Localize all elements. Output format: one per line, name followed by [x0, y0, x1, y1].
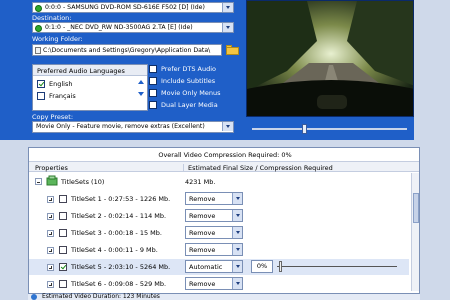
video-seek-slider[interactable] — [252, 124, 407, 134]
scrollbar-thumb[interactable] — [413, 193, 419, 223]
drive-status-icon — [35, 5, 42, 12]
option-checkbox[interactable] — [149, 65, 157, 73]
video-frame-image — [247, 1, 413, 116]
table-row[interactable]: TitleSet 4 - 0:00:11 - 9 Mb. Remove — [29, 242, 409, 258]
window-edge-left — [0, 140, 28, 300]
chevron-down-icon[interactable] — [222, 23, 233, 32]
window-edge-right — [420, 140, 450, 300]
audio-languages-list: Preferred Audio Languages English França… — [32, 64, 148, 111]
titlesets-root-row[interactable]: TitleSets (10) 4231 Mb. — [29, 174, 409, 190]
expand-icon[interactable] — [47, 247, 54, 254]
titleset-checkbox[interactable] — [59, 229, 67, 237]
titleset-checkbox[interactable] — [59, 263, 67, 271]
compression-slider-track — [277, 266, 397, 267]
destination-label: Destination: — [32, 14, 72, 22]
vertical-scrollbar[interactable] — [411, 173, 419, 291]
option-checkbox[interactable] — [149, 101, 157, 109]
table-row[interactable]: TitleSet 3 - 0:00:18 - 15 Mb. Remove — [29, 225, 409, 241]
working-folder-row: C:\Documents and Settings\Gregory\Applic… — [32, 44, 242, 57]
working-folder-label: Working Folder: — [32, 35, 83, 43]
working-folder-input[interactable]: C:\Documents and Settings\Gregory\Applic… — [32, 44, 222, 56]
chevron-down-icon[interactable] — [232, 261, 242, 272]
expand-icon[interactable] — [47, 213, 54, 220]
destination-drive-select[interactable]: 0:1:0 - _NEC DVD_RW ND-3500AG 2.TA [E] (… — [32, 22, 234, 33]
collapse-icon[interactable] — [35, 178, 42, 185]
titleset-checkbox[interactable] — [59, 212, 67, 220]
status-bar: Estimated Video Duration: 123 Minutes — [28, 293, 420, 300]
titleset-action-select[interactable]: Remove — [185, 192, 243, 205]
expand-icon[interactable] — [47, 230, 54, 237]
titleset-checkbox[interactable] — [59, 246, 67, 254]
option-movie-only-menus[interactable]: Movie Only Menus — [149, 88, 239, 98]
audio-languages-header: Preferred Audio Languages — [33, 65, 147, 76]
option-include-subtitles[interactable]: Include Subtitles — [149, 76, 239, 86]
window-edge — [414, 0, 450, 140]
video-preview — [246, 0, 414, 117]
seek-thumb[interactable] — [302, 124, 307, 134]
expand-icon[interactable] — [47, 196, 54, 203]
column-estimated-size[interactable]: Estimated Final Size / Compression Requi… — [183, 164, 333, 172]
titlesets-panel: Overall Video Compression Required: 0% P… — [28, 147, 420, 294]
chevron-down-icon[interactable] — [232, 227, 242, 238]
compression-slider-thumb[interactable] — [279, 261, 282, 272]
option-prefer-dts[interactable]: Prefer DTS Audio — [149, 64, 239, 74]
titleset-checkbox[interactable] — [59, 195, 67, 203]
info-icon — [31, 294, 37, 300]
language-item-english[interactable]: English — [37, 79, 137, 89]
titleset-checkbox[interactable] — [59, 280, 67, 288]
move-up-icon[interactable] — [137, 78, 145, 86]
titleset-action-select[interactable]: Remove — [185, 226, 243, 239]
chevron-down-icon[interactable] — [232, 193, 242, 204]
chevron-down-icon[interactable] — [222, 122, 233, 131]
table-row[interactable]: TitleSet 1 - 0:27:53 - 1226 Mb. Remove — [29, 191, 409, 207]
column-properties[interactable]: Properties — [35, 164, 68, 172]
copy-preset-label: Copy Preset: — [32, 113, 74, 121]
column-headers: Properties Estimated Final Size / Compre… — [29, 161, 419, 172]
titlesets-total-size: 4231 Mb. — [185, 178, 216, 186]
source-drive-select[interactable]: 0:0:0 - SAMSUNG DVD-ROM SD-616E F502 [D]… — [32, 2, 234, 13]
copy-preset-select[interactable]: Movie Only - Feature movie, remove extra… — [32, 121, 234, 133]
chevron-down-icon[interactable] — [232, 244, 242, 255]
titleset-action-select[interactable]: Automatic — [185, 260, 243, 273]
language-checkbox[interactable] — [37, 80, 45, 88]
overall-compression-text: Overall Video Compression Required: 0% — [158, 151, 292, 159]
titleset-icon — [46, 175, 58, 186]
titleset-action-select[interactable]: Remove — [185, 243, 243, 256]
move-down-icon[interactable] — [137, 90, 145, 98]
chevron-down-icon[interactable] — [222, 3, 233, 12]
drive-status-icon — [35, 25, 42, 32]
expand-icon[interactable] — [47, 264, 54, 271]
expand-icon[interactable] — [47, 281, 54, 288]
compression-percent: 0% — [251, 260, 273, 273]
settings-column: 0:0:0 - SAMSUNG DVD-ROM SD-616E F502 [D]… — [28, 0, 239, 140]
panel-separator — [0, 140, 450, 147]
table-row[interactable]: TitleSet 2 - 0:02:14 - 114 Mb. Remove — [29, 208, 409, 224]
titleset-action-select[interactable]: Remove — [185, 277, 243, 290]
chevron-down-icon[interactable] — [232, 210, 242, 221]
titleset-action-select[interactable]: Remove — [185, 209, 243, 222]
option-checkbox[interactable] — [149, 77, 157, 85]
language-item-francais[interactable]: Français — [37, 91, 137, 101]
table-row-selected[interactable]: TitleSet 5 - 2:03:10 - 5264 Mb. Automati… — [29, 259, 409, 275]
option-checkbox[interactable] — [149, 89, 157, 97]
document-icon — [35, 47, 41, 54]
language-checkbox[interactable] — [37, 92, 45, 100]
browse-folder-button[interactable] — [226, 45, 239, 55]
table-row[interactable]: TitleSet 6 - 0:09:08 - 529 Mb. Remove — [29, 276, 409, 292]
status-text: Estimated Video Duration: 123 Minutes — [42, 293, 160, 300]
option-dual-layer-media[interactable]: Dual Layer Media — [149, 100, 239, 110]
chevron-down-icon[interactable] — [232, 278, 242, 289]
seek-track — [252, 128, 407, 130]
